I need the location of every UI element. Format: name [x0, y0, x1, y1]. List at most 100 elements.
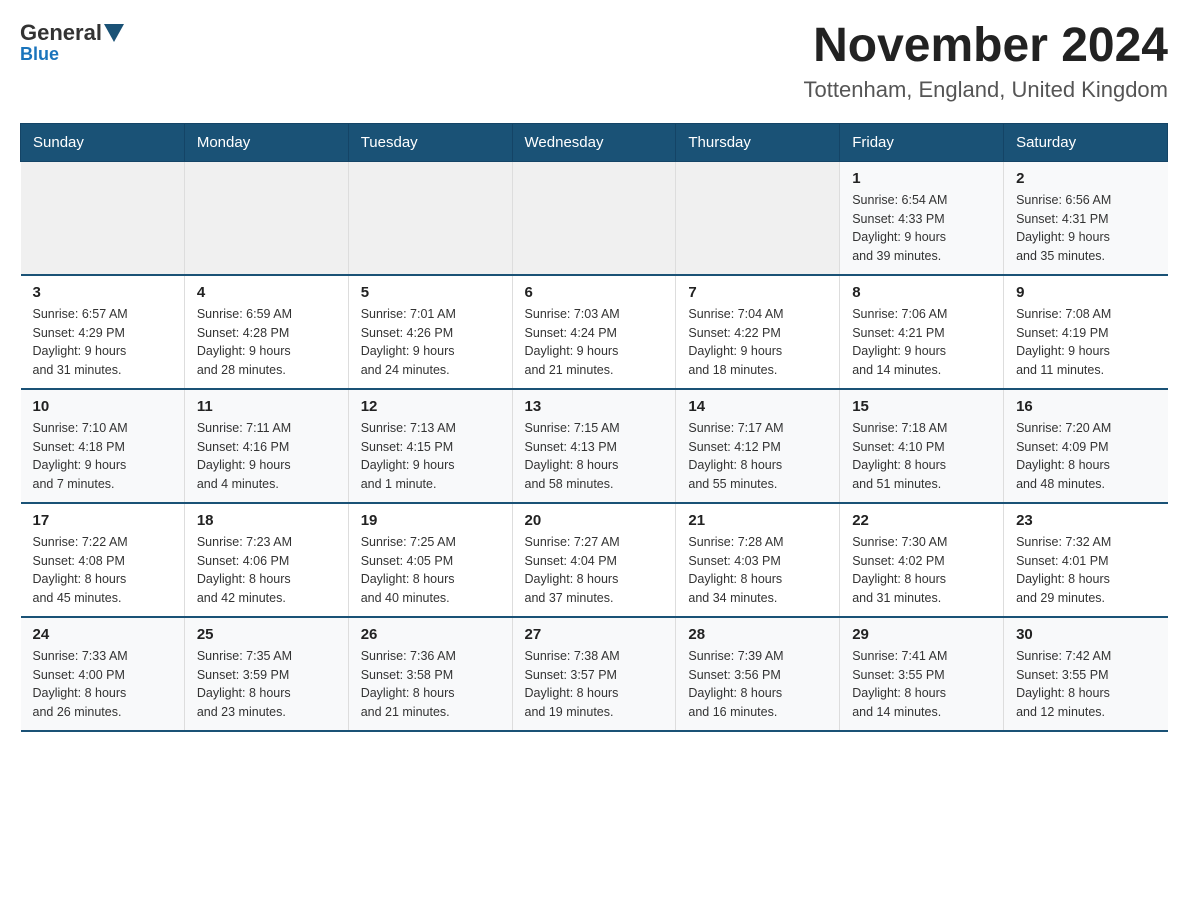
- day-info: Sunrise: 7:18 AMSunset: 4:10 PMDaylight:…: [852, 419, 991, 494]
- day-number: 17: [33, 512, 172, 529]
- header-friday: Friday: [840, 123, 1004, 161]
- day-cell: [676, 161, 840, 275]
- day-number: 30: [1016, 626, 1155, 643]
- day-number: 22: [852, 512, 991, 529]
- day-cell: 22 Sunrise: 7:30 AMSunset: 4:02 PMDayligh…: [840, 503, 1004, 617]
- day-cell: 15 Sunrise: 7:18 AMSunset: 4:10 PMDayligh…: [840, 389, 1004, 503]
- day-number: 12: [361, 398, 500, 415]
- day-info: Sunrise: 6:57 AMSunset: 4:29 PMDaylight:…: [33, 305, 172, 380]
- day-number: 13: [525, 398, 664, 415]
- day-number: 20: [525, 512, 664, 529]
- day-number: 15: [852, 398, 991, 415]
- calendar-table: SundayMondayTuesdayWednesdayThursdayFrid…: [20, 123, 1168, 732]
- day-number: 21: [688, 512, 827, 529]
- day-info: Sunrise: 7:35 AMSunset: 3:59 PMDaylight:…: [197, 647, 336, 722]
- day-info: Sunrise: 7:42 AMSunset: 3:55 PMDaylight:…: [1016, 647, 1155, 722]
- day-info: Sunrise: 7:38 AMSunset: 3:57 PMDaylight:…: [525, 647, 664, 722]
- week-row-1: 1Sunrise: 6:54 AMSunset: 4:33 PMDaylight…: [21, 161, 1168, 275]
- calendar-body: 1Sunrise: 6:54 AMSunset: 4:33 PMDaylight…: [21, 161, 1168, 731]
- day-number: 18: [197, 512, 336, 529]
- day-cell: 25 Sunrise: 7:35 AMSunset: 3:59 PMDayligh…: [184, 617, 348, 731]
- day-cell: 9 Sunrise: 7:08 AMSunset: 4:19 PMDaylight…: [1004, 275, 1168, 389]
- logo: General Blue: [20, 20, 126, 65]
- day-info: Sunrise: 7:15 AMSunset: 4:13 PMDaylight:…: [525, 419, 664, 494]
- days-of-week-row: SundayMondayTuesdayWednesdayThursdayFrid…: [21, 123, 1168, 161]
- day-info: Sunrise: 7:06 AMSunset: 4:21 PMDaylight:…: [852, 305, 991, 380]
- header-saturday: Saturday: [1004, 123, 1168, 161]
- day-cell: 8 Sunrise: 7:06 AMSunset: 4:21 PMDaylight…: [840, 275, 1004, 389]
- day-info: Sunrise: 7:25 AMSunset: 4:05 PMDaylight:…: [361, 533, 500, 608]
- day-number: 8: [852, 284, 991, 301]
- day-cell: 17Sunrise: 7:22 AMSunset: 4:08 PMDayligh…: [21, 503, 185, 617]
- header-tuesday: Tuesday: [348, 123, 512, 161]
- header-wednesday: Wednesday: [512, 123, 676, 161]
- day-info: Sunrise: 7:27 AMSunset: 4:04 PMDaylight:…: [525, 533, 664, 608]
- day-number: 24: [33, 626, 172, 643]
- day-cell: 19 Sunrise: 7:25 AMSunset: 4:05 PMDayligh…: [348, 503, 512, 617]
- day-info: Sunrise: 6:59 AMSunset: 4:28 PMDaylight:…: [197, 305, 336, 380]
- day-cell: 23 Sunrise: 7:32 AMSunset: 4:01 PMDayligh…: [1004, 503, 1168, 617]
- day-number: 29: [852, 626, 991, 643]
- day-cell: 10Sunrise: 7:10 AMSunset: 4:18 PMDayligh…: [21, 389, 185, 503]
- day-cell: 20 Sunrise: 7:27 AMSunset: 4:04 PMDayligh…: [512, 503, 676, 617]
- day-cell: 16Sunrise: 7:20 AMSunset: 4:09 PMDayligh…: [1004, 389, 1168, 503]
- day-cell: 18 Sunrise: 7:23 AMSunset: 4:06 PMDayligh…: [184, 503, 348, 617]
- day-info: Sunrise: 7:32 AMSunset: 4:01 PMDaylight:…: [1016, 533, 1155, 608]
- day-info: Sunrise: 7:41 AMSunset: 3:55 PMDaylight:…: [852, 647, 991, 722]
- day-number: 2: [1016, 170, 1155, 187]
- day-info: Sunrise: 7:28 AMSunset: 4:03 PMDaylight:…: [688, 533, 827, 608]
- day-info: Sunrise: 7:33 AMSunset: 4:00 PMDaylight:…: [33, 647, 172, 722]
- week-row-5: 24 Sunrise: 7:33 AMSunset: 4:00 PMDayligh…: [21, 617, 1168, 731]
- day-cell: 12 Sunrise: 7:13 AMSunset: 4:15 PMDayligh…: [348, 389, 512, 503]
- day-number: 5: [361, 284, 500, 301]
- day-cell: 14 Sunrise: 7:17 AMSunset: 4:12 PMDayligh…: [676, 389, 840, 503]
- day-info: Sunrise: 7:13 AMSunset: 4:15 PMDaylight:…: [361, 419, 500, 494]
- day-number: 9: [1016, 284, 1155, 301]
- main-title: November 2024: [804, 20, 1168, 73]
- day-number: 6: [525, 284, 664, 301]
- day-cell: [512, 161, 676, 275]
- day-number: 14: [688, 398, 827, 415]
- day-cell: 30 Sunrise: 7:42 AMSunset: 3:55 PMDayligh…: [1004, 617, 1168, 731]
- day-cell: 1Sunrise: 6:54 AMSunset: 4:33 PMDaylight…: [840, 161, 1004, 275]
- day-number: 4: [197, 284, 336, 301]
- day-info: Sunrise: 7:36 AMSunset: 3:58 PMDaylight:…: [361, 647, 500, 722]
- day-cell: 3 Sunrise: 6:57 AMSunset: 4:29 PMDaylight…: [21, 275, 185, 389]
- day-info: Sunrise: 7:08 AMSunset: 4:19 PMDaylight:…: [1016, 305, 1155, 380]
- day-info: Sunrise: 7:04 AMSunset: 4:22 PMDaylight:…: [688, 305, 827, 380]
- logo-blue-text: Blue: [20, 44, 59, 65]
- day-number: 11: [197, 398, 336, 415]
- week-row-4: 17Sunrise: 7:22 AMSunset: 4:08 PMDayligh…: [21, 503, 1168, 617]
- day-cell: 11 Sunrise: 7:11 AMSunset: 4:16 PMDayligh…: [184, 389, 348, 503]
- day-cell: [21, 161, 185, 275]
- day-number: 3: [33, 284, 172, 301]
- day-cell: [184, 161, 348, 275]
- day-info: Sunrise: 7:11 AMSunset: 4:16 PMDaylight:…: [197, 419, 336, 494]
- day-info: Sunrise: 7:03 AMSunset: 4:24 PMDaylight:…: [525, 305, 664, 380]
- day-cell: 2Sunrise: 6:56 AMSunset: 4:31 PMDaylight…: [1004, 161, 1168, 275]
- logo-general-text: General: [20, 20, 102, 46]
- day-cell: 24 Sunrise: 7:33 AMSunset: 4:00 PMDayligh…: [21, 617, 185, 731]
- day-number: 25: [197, 626, 336, 643]
- day-info: Sunrise: 7:23 AMSunset: 4:06 PMDaylight:…: [197, 533, 336, 608]
- week-row-3: 10Sunrise: 7:10 AMSunset: 4:18 PMDayligh…: [21, 389, 1168, 503]
- day-number: 19: [361, 512, 500, 529]
- subtitle: Tottenham, England, United Kingdom: [804, 77, 1168, 103]
- day-cell: 21 Sunrise: 7:28 AMSunset: 4:03 PMDayligh…: [676, 503, 840, 617]
- day-info: Sunrise: 7:30 AMSunset: 4:02 PMDaylight:…: [852, 533, 991, 608]
- day-cell: 4 Sunrise: 6:59 AMSunset: 4:28 PMDaylight…: [184, 275, 348, 389]
- day-number: 27: [525, 626, 664, 643]
- logo-triangle-icon: [104, 24, 124, 42]
- day-info: Sunrise: 6:54 AMSunset: 4:33 PMDaylight:…: [852, 191, 991, 266]
- header-monday: Monday: [184, 123, 348, 161]
- day-info: Sunrise: 7:17 AMSunset: 4:12 PMDaylight:…: [688, 419, 827, 494]
- title-area: November 2024 Tottenham, England, United…: [804, 20, 1168, 103]
- day-cell: 13 Sunrise: 7:15 AMSunset: 4:13 PMDayligh…: [512, 389, 676, 503]
- header-sunday: Sunday: [21, 123, 185, 161]
- day-number: 23: [1016, 512, 1155, 529]
- week-row-2: 3 Sunrise: 6:57 AMSunset: 4:29 PMDaylight…: [21, 275, 1168, 389]
- day-number: 28: [688, 626, 827, 643]
- day-cell: 27 Sunrise: 7:38 AMSunset: 3:57 PMDayligh…: [512, 617, 676, 731]
- day-info: Sunrise: 7:20 AMSunset: 4:09 PMDaylight:…: [1016, 419, 1155, 494]
- day-number: 7: [688, 284, 827, 301]
